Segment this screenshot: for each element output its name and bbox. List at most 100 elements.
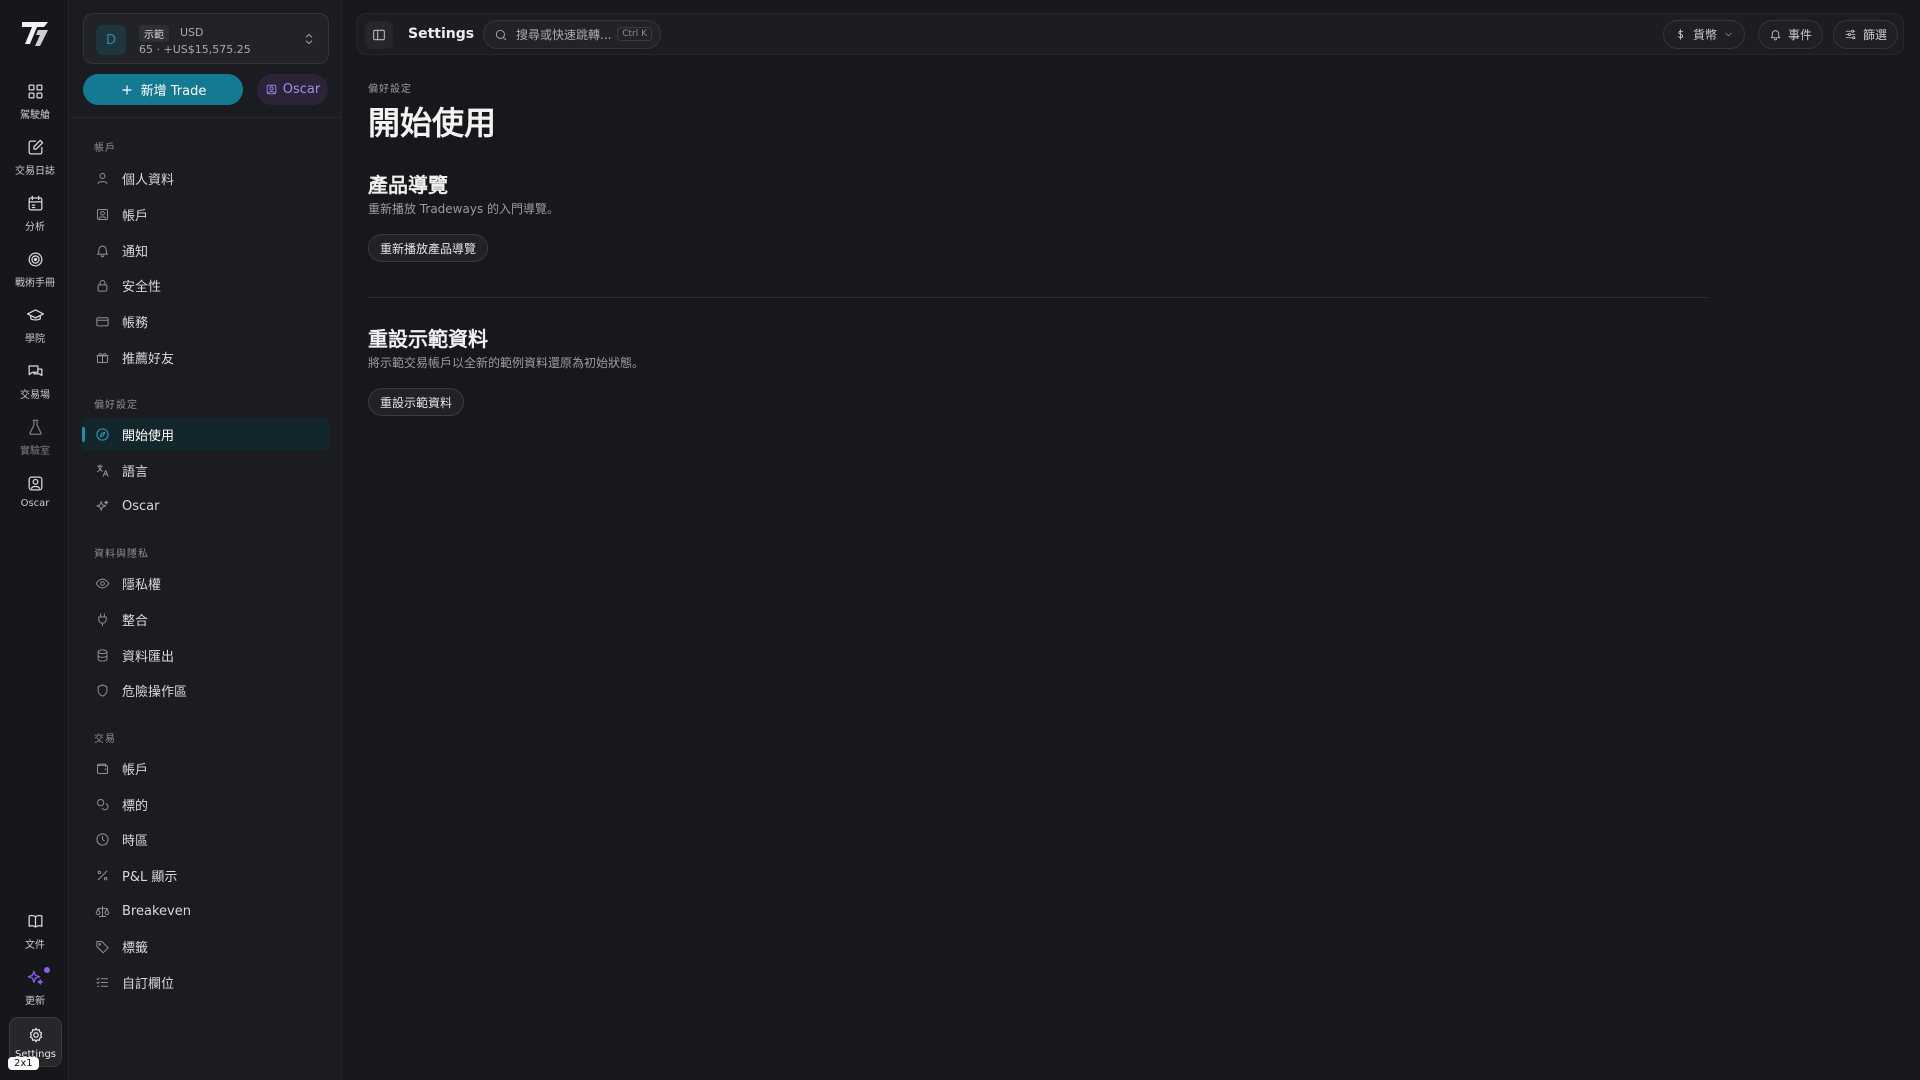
rail-playbook[interactable]: 戰術手冊 [5, 248, 65, 298]
nav-label: 標的 [122, 799, 149, 814]
nav-label: 資料匯出 [122, 650, 175, 665]
rail-dashboard[interactable]: 駕駛艙 [5, 80, 65, 130]
journal-edit-icon [28, 139, 43, 155]
rail-oscar[interactable]: Oscar [5, 472, 65, 522]
currency-label: 貨幣 [1693, 28, 1718, 42]
search-input[interactable]: 搜尋或快速跳轉... Ctrl K [483, 20, 661, 49]
rail-journal[interactable]: 交易日誌 [5, 136, 65, 186]
nav-label: 標籤 [122, 941, 149, 956]
new-trade-label: 新增 Trade [140, 84, 207, 99]
nav-tags[interactable]: 標籤 [82, 930, 330, 963]
gear-icon [29, 1027, 42, 1043]
nav-security[interactable]: 安全性 [82, 269, 330, 302]
calendar-icon [28, 195, 42, 211]
nav-label: 帳務 [122, 316, 149, 331]
nav-label: 推薦好友 [122, 352, 175, 367]
nav-label: 通知 [122, 245, 149, 260]
nav-breakeven[interactable]: Breakeven [82, 895, 330, 928]
nav-danger-zone[interactable]: 危險操作區 [82, 674, 330, 707]
nav-pnl-display[interactable]: P&L 顯示 [82, 859, 330, 892]
coins-icon [97, 799, 109, 811]
nav-timezone[interactable]: 時區 [82, 823, 330, 856]
nav-trading-accounts[interactable]: 帳戶 [82, 752, 330, 785]
rail-label: 交易場 [20, 390, 50, 401]
nav-oscar[interactable]: Oscar [82, 490, 330, 523]
user-icon [97, 173, 108, 184]
nav-billing[interactable]: 帳務 [82, 305, 330, 338]
reset-section-title: 重設示範資料 [368, 327, 488, 351]
rail-label: 更新 [25, 996, 45, 1007]
tradeways-logo[interactable] [18, 16, 52, 50]
section-heading-preferences: 偏好設定 [94, 400, 138, 411]
rail-updates[interactable]: 更新 [5, 966, 65, 1016]
nav-label: 開始使用 [122, 429, 175, 444]
chat-icon [28, 365, 42, 377]
rail-community[interactable]: 交易場 [5, 360, 65, 410]
translate-icon [97, 464, 109, 477]
bell-icon [1770, 30, 1781, 41]
currency-dropdown[interactable]: 貨幣 [1663, 20, 1746, 49]
account-switcher[interactable]: D 示範 USD 65 · +US$15,575.25 [83, 13, 329, 64]
rail-label: 實驗室 [20, 446, 50, 457]
search-placeholder: 搜尋或快速跳轉... [516, 28, 612, 42]
wallet-icon [97, 763, 108, 774]
oscar-label: Oscar [282, 82, 321, 97]
nav-data-export[interactable]: 資料匯出 [82, 639, 330, 672]
rail-label: 交易日誌 [15, 166, 55, 177]
filter-label: 篩選 [1863, 28, 1888, 42]
plus-icon [121, 84, 132, 95]
nav-label: 危險操作區 [122, 685, 188, 700]
tour-section-description: 重新播放 Tradeways 的入門導覽。 [368, 202, 560, 216]
tour-section-title: 產品導覽 [368, 173, 448, 197]
rail-analysis[interactable]: 分析 [5, 192, 65, 242]
nav-integrations[interactable]: 整合 [82, 603, 330, 636]
nav-label: 帳戶 [122, 763, 149, 778]
credit-card-icon [96, 317, 109, 327]
reset-demo-data-button[interactable]: 重設示範資料 [368, 388, 465, 416]
section-heading-account: 帳戶 [94, 143, 116, 154]
plug-icon [98, 613, 107, 627]
nav-privacy[interactable]: 隱私權 [82, 567, 330, 600]
percent-icon [97, 870, 108, 881]
section-heading-data-privacy: 資料與隱私 [94, 549, 149, 560]
new-trade-button[interactable]: 新增 Trade [83, 74, 243, 105]
rail-academy[interactable]: 學院 [5, 304, 65, 354]
nav-getting-started[interactable]: 開始使用 [82, 418, 330, 451]
database-icon [97, 649, 108, 662]
events-button[interactable]: 事件 [1758, 20, 1824, 49]
filter-button[interactable]: 篩選 [1833, 20, 1899, 49]
rail-label: 文件 [25, 940, 45, 951]
nav-symbols[interactable]: 標的 [82, 788, 330, 821]
section-divider [368, 297, 1708, 298]
chevron-down-icon [1725, 32, 1732, 37]
clock-icon [96, 833, 109, 846]
nav-referral[interactable]: 推薦好友 [82, 341, 330, 374]
nav-notifications[interactable]: 通知 [82, 234, 330, 267]
rail-docs[interactable]: 文件 [5, 910, 65, 960]
toggle-sidebar-button[interactable] [365, 21, 393, 49]
nav-label: 帳戶 [122, 209, 149, 224]
bell-icon [97, 245, 108, 258]
rail-lab[interactable]: 實驗室 [5, 416, 65, 466]
replay-tour-button[interactable]: 重新播放產品導覽 [368, 234, 489, 262]
page-heading: Settings [408, 26, 475, 42]
search-icon [495, 29, 507, 40]
book-icon [28, 914, 42, 928]
rail-label: 駕駛艙 [20, 110, 50, 121]
oscar-icon [28, 476, 42, 491]
scale-icon [95, 906, 110, 917]
icon-rail: 駕駛艙 交易日誌 分析 戰術手冊 學院 交易場 實驗室 Oscar 文件 更新 … [0, 0, 69, 1080]
nav-profile[interactable]: 個人資料 [82, 162, 330, 195]
reset-section-description: 將示範交易帳戶以全新的範例資料還原為初始狀態。 [368, 356, 645, 370]
nav-account[interactable]: 帳戶 [82, 198, 330, 231]
nav-label: P&L 顯示 [122, 870, 178, 885]
nav-language[interactable]: 語言 [82, 454, 330, 487]
oscar-button[interactable]: Oscar [257, 74, 328, 105]
nav-custom-fields[interactable]: 自訂欄位 [82, 966, 330, 999]
dashboard-icon [28, 84, 42, 99]
chevron-up-down-icon [305, 33, 313, 45]
page-title: 開始使用 [368, 104, 497, 142]
filter-sliders-icon [1845, 29, 1856, 40]
target-icon [28, 252, 42, 267]
nav-label: 整合 [122, 614, 149, 629]
